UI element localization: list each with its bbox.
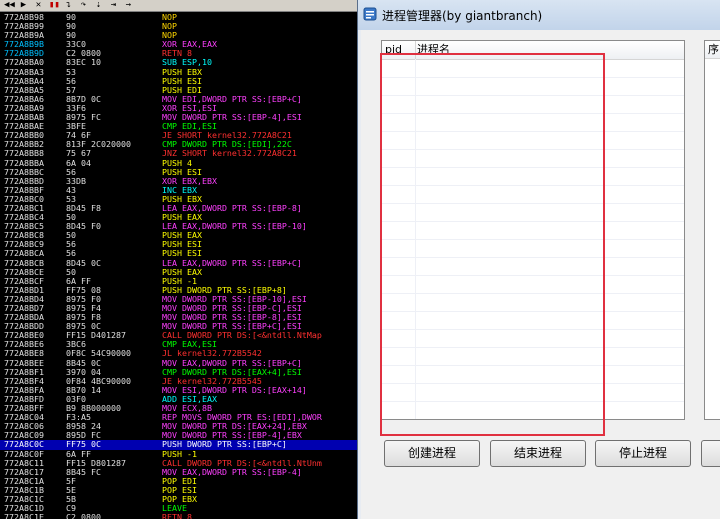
list-gridline — [382, 185, 684, 186]
list-gridline — [382, 167, 684, 168]
list-gridline — [382, 347, 684, 348]
title-bar[interactable]: 进程管理器(by giantbranch) — [358, 0, 720, 30]
disassembly-row[interactable]: 772A8B99 90 NOP — [0, 21, 360, 31]
list-gridline — [382, 131, 684, 132]
step-into-icon[interactable]: ↴ — [64, 1, 73, 10]
secondary-list-header[interactable]: 序 — [705, 41, 720, 59]
row-hex: C2 0800 — [66, 512, 101, 519]
list-gridline — [382, 113, 684, 114]
list-gridline — [382, 365, 684, 366]
list-gridline — [382, 293, 684, 294]
trace-icon[interactable]: ⇣ — [94, 1, 103, 10]
list-header: pid 进程名 — [382, 41, 684, 60]
extra-button[interactable] — [701, 440, 720, 467]
play-icon[interactable]: ▶ — [19, 1, 28, 10]
secondary-list[interactable]: 序 — [704, 40, 720, 420]
debugger-toolbar: ◀◀ ▶ ✕ ▮▮ ↴ ↷ ⇣ ⇥ → — [0, 0, 360, 12]
list-gridline — [382, 257, 684, 258]
list-gridline — [382, 401, 684, 402]
list-gridline — [382, 149, 684, 150]
debugger-window: ◀◀ ▶ ✕ ▮▮ ↴ ↷ ⇣ ⇥ → 772A8B98 90 NOP 772A8B9… — [0, 0, 360, 519]
list-gridline — [382, 77, 684, 78]
goto-icon[interactable]: → — [124, 1, 133, 10]
list-gridline — [382, 329, 684, 330]
window-title: 进程管理器(by giantbranch) — [382, 9, 543, 23]
list-gridline — [382, 95, 684, 96]
close-icon[interactable]: ✕ — [34, 1, 43, 10]
pause-icon[interactable]: ▮▮ — [49, 1, 60, 10]
list-gridline — [382, 311, 684, 312]
column-header-name[interactable]: 进程名 — [417, 41, 477, 59]
end-process-button[interactable]: 结束进程 — [490, 440, 586, 467]
row-address: 772A8C1E — [4, 512, 44, 519]
list-gridline — [382, 203, 684, 204]
list-gridline — [382, 383, 684, 384]
disassembly-row[interactable]: 772A8B98 90 NOP — [0, 12, 360, 22]
column-header-pid[interactable]: pid — [385, 41, 416, 59]
stop-process-button[interactable]: 停止进程 — [595, 440, 691, 467]
step-over-icon[interactable]: ↷ — [79, 1, 88, 10]
window-client: pid 进程名 序 创建进程 结束进程 停止进程 — [361, 30, 720, 519]
list-gridline — [382, 275, 684, 276]
process-list[interactable]: pid 进程名 — [381, 40, 685, 420]
list-gridline — [382, 221, 684, 222]
app-icon — [363, 7, 377, 21]
disassembly-row[interactable]: 772A8C1E C2 0800 RETN 8 — [0, 513, 360, 519]
create-process-button[interactable]: 创建进程 — [384, 440, 480, 467]
list-gridline — [382, 239, 684, 240]
row-instruction: RETN 8 — [162, 512, 192, 519]
process-manager-window: 进程管理器(by giantbranch) pid 进程名 序 创建进程 结束进… — [357, 0, 720, 519]
list-gridline — [382, 419, 684, 420]
disassembly-pane[interactable]: 772A8B98 90 NOP 772A8B99 90 NOP 772A8B9A 90 NOP 7… — [0, 12, 360, 519]
run-to-icon[interactable]: ⇥ — [109, 1, 118, 10]
rewind-icon[interactable]: ◀◀ — [4, 1, 15, 10]
